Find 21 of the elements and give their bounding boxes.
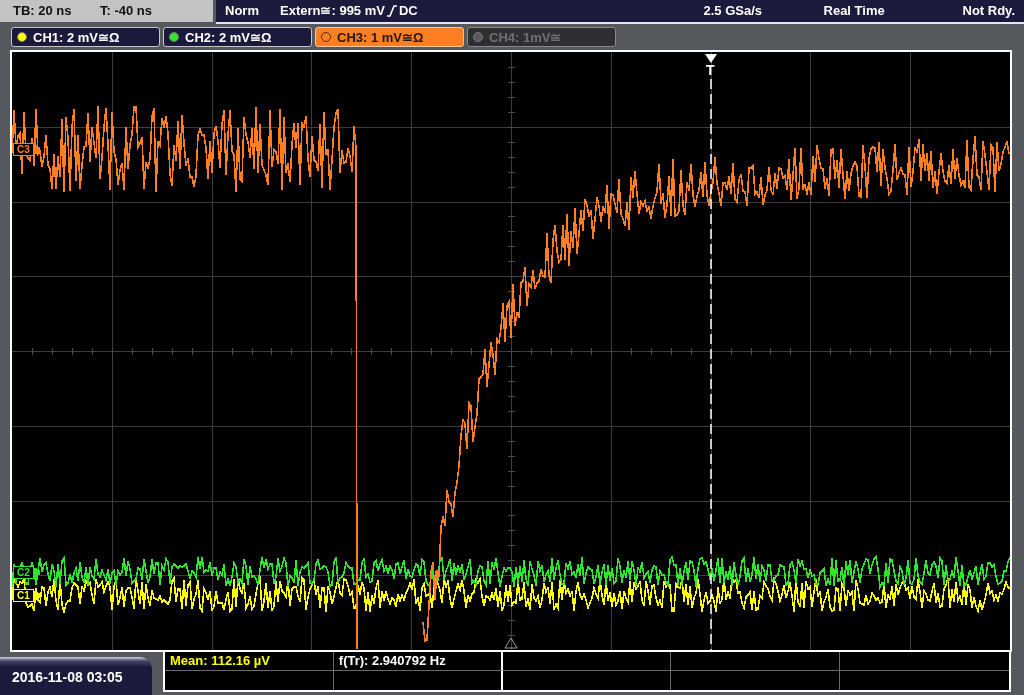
trigger-coupling-label: DC [398,2,418,21]
channel-marker[interactable]: C1 [13,589,34,602]
channel-tab[interactable]: CH1: 2 mV≅Ω [11,27,160,47]
timebase-label: TB: 20 ns [13,2,73,21]
rising-edge-icon [386,5,397,17]
acquisition-mode-label: Real Time [823,2,886,21]
channel-tab[interactable]: CH2: 2 mV≅Ω [163,27,312,47]
sample-rate-label: 2.5 GSa/s [703,2,764,21]
status-label: Not Rdy. [962,2,1015,21]
channel-marker[interactable]: C3 [13,143,34,156]
trigger-marker-icon [705,54,717,63]
measurement-reading: Mean: 112.16 µV [170,652,270,671]
trigger-mode-label: Norm [225,2,260,21]
date-time: 2016-11-08 03:05 [0,657,152,695]
channel-tab[interactable]: CH3: 1 mV≅Ω [315,27,464,47]
reference-marker-icon [504,637,518,649]
trigger-label: T [706,63,715,78]
measurement-reading: f(Tr): 2.940792 Hz [338,652,446,671]
channel-marker[interactable]: C2 [13,566,34,579]
trigger-source-label: Extern≅: 995 mV [280,2,385,21]
trigger-offset-label: T: -40 ns [100,2,152,21]
